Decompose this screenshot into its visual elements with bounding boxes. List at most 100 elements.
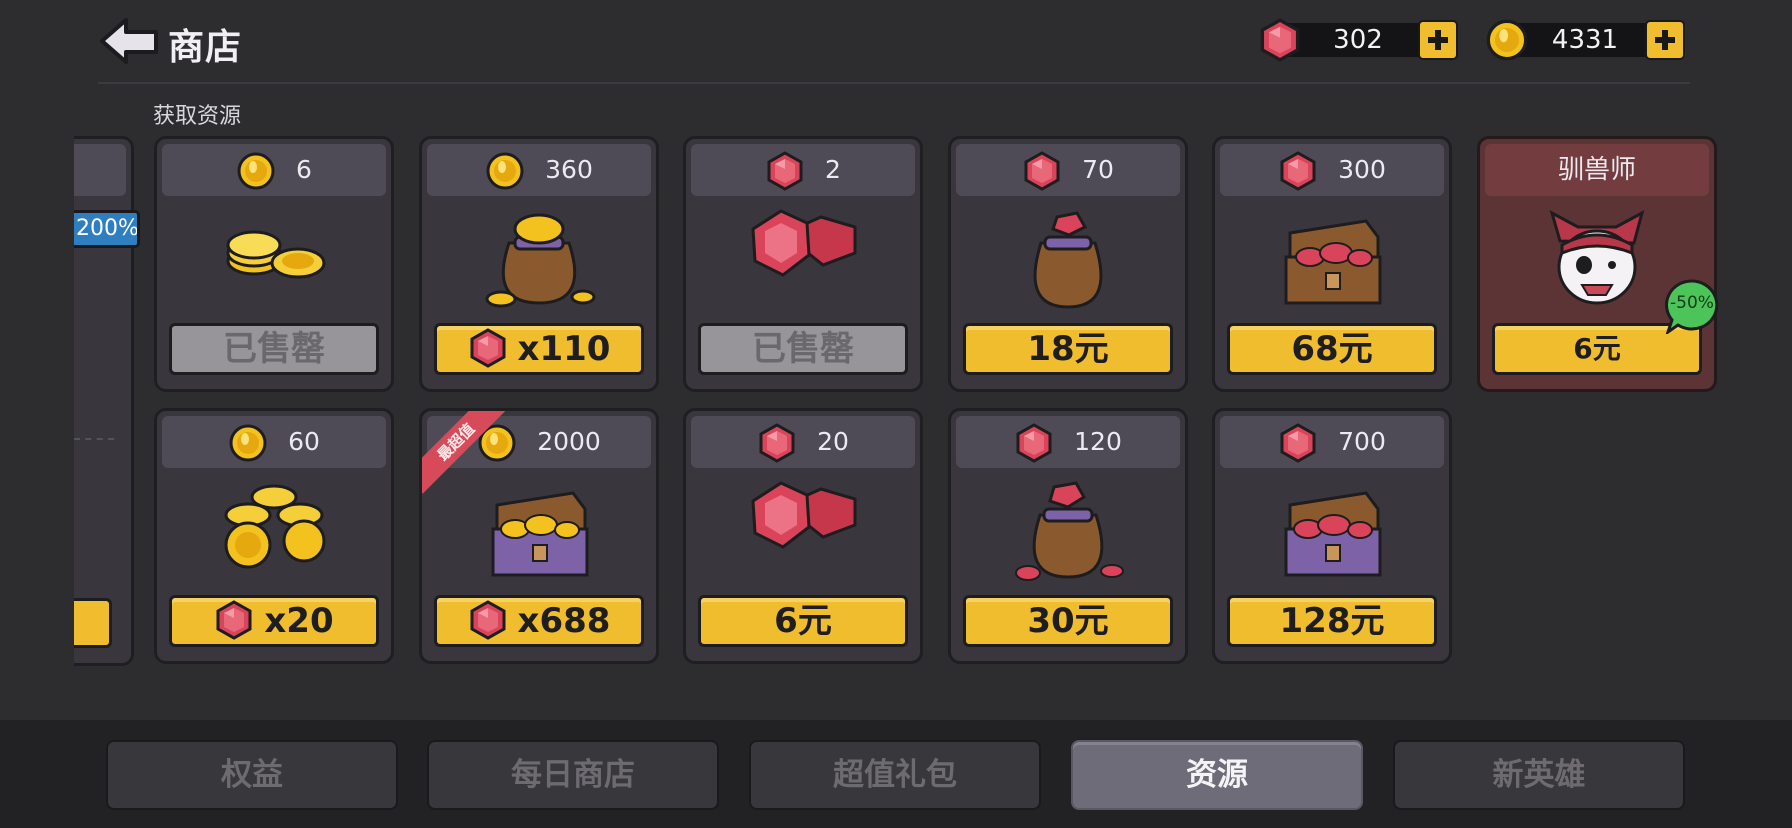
shop-card-coins-2000[interactable]: 2000 最超值 x688 [419, 408, 659, 664]
price-label: 6元 [774, 601, 832, 641]
price-label: 18元 [1027, 329, 1109, 369]
card-header: 360 [427, 144, 651, 196]
sold-out-button[interactable]: 已售罄 [169, 323, 379, 375]
gem-icon [765, 151, 805, 191]
hero-tamer-portrait [1549, 209, 1645, 305]
discount-badge: -50% [1664, 278, 1720, 334]
gem-icon [468, 600, 508, 640]
buy-button[interactable]: 6元 [698, 595, 908, 647]
gem-sack-icon [1015, 481, 1124, 581]
shop-card-gems-300[interactable]: 300 68元 [1212, 136, 1452, 392]
shop-card-coins-360[interactable]: 360 x110 [419, 136, 659, 392]
tab-new-heroes[interactable]: 新英雄 [1393, 740, 1685, 810]
sold-out-button[interactable]: 已售罄 [698, 323, 908, 375]
coin-pile-icon [224, 484, 326, 569]
shop-card-gems-700[interactable]: 700 128元 [1212, 408, 1452, 664]
shop-card-gems-20[interactable]: 20 6元 [683, 408, 923, 664]
coin-sack-icon [485, 213, 596, 308]
card-amount: 70 [1082, 155, 1114, 184]
coin-icon [1485, 18, 1529, 62]
card-amount: 300 [1338, 155, 1386, 184]
divider-dash [74, 438, 114, 442]
card-amount: 120 [1074, 427, 1122, 456]
partial-card-header [74, 144, 126, 196]
buy-button[interactable]: 68元 [1227, 323, 1437, 375]
price-label: 68元 [1291, 329, 1373, 369]
shop-card-gems-2[interactable]: 2 已售罄 [683, 136, 923, 392]
buy-button[interactable]: 128元 [1227, 595, 1437, 647]
header-divider [98, 82, 1690, 84]
coin-icon [485, 151, 525, 191]
back-arrow-icon[interactable] [98, 16, 160, 66]
tab-value-packs[interactable]: 超值礼包 [749, 740, 1041, 810]
card-amount: 2000 [537, 427, 601, 456]
shop-card-gems-120[interactable]: 120 30元 [948, 408, 1188, 664]
buy-button[interactable]: x20 [169, 595, 379, 647]
price-label: 已售罄 [223, 329, 325, 369]
coin-pile-icon [226, 230, 326, 279]
gem-count: 302 [1333, 25, 1383, 55]
shop-card-coins-6[interactable]: 6 已售罄 [154, 136, 394, 392]
buy-button[interactable]: 18元 [963, 323, 1173, 375]
card-amount: 2 [825, 155, 841, 184]
shop-card-coins-60[interactable]: 60 x20 [154, 408, 394, 664]
coin-icon [236, 151, 276, 191]
scroll-edge-mask [0, 120, 74, 680]
gem-pair-icon [751, 209, 857, 277]
buy-button[interactable]: x688 [434, 595, 644, 647]
tab-benefits[interactable]: 权益 [106, 740, 398, 810]
gem-icon [1022, 151, 1062, 191]
buy-button[interactable]: x110 [434, 323, 644, 375]
gem-pair-icon [751, 481, 857, 549]
price-label: 6元 [1573, 332, 1621, 365]
shop-card-hero-tamer[interactable]: 驯兽师 6元 [1477, 136, 1717, 392]
card-header: 6 [162, 144, 386, 196]
card-header: 300 [1220, 144, 1444, 196]
card-amount: 700 [1338, 427, 1386, 456]
card-amount: 6 [296, 155, 312, 184]
section-title: 获取资源 [153, 104, 242, 129]
gem-icon [214, 600, 254, 640]
add-gems-button[interactable] [1418, 20, 1458, 60]
coin-icon [228, 423, 268, 463]
hero-name: 驯兽师 [1557, 155, 1636, 185]
gem-chest-icon [1284, 219, 1382, 305]
price-label: x20 [264, 601, 334, 641]
tab-daily-shop[interactable]: 每日商店 [427, 740, 719, 810]
gem-balance: 302 [1258, 18, 1458, 62]
gem-icon [468, 328, 508, 368]
bonus-badge: 200% [74, 210, 140, 248]
add-coins-button[interactable] [1645, 20, 1685, 60]
card-header: 驯兽师 [1485, 144, 1709, 196]
partial-buy-button[interactable] [74, 598, 112, 648]
card-header: 70 [956, 144, 1180, 196]
card-header: 60 [162, 416, 386, 468]
card-header: 2 [691, 144, 915, 196]
gem-chest-icon [1284, 491, 1382, 577]
price-label: 128元 [1279, 601, 1385, 641]
gem-icon [757, 423, 797, 463]
card-header: 700 [1220, 416, 1444, 468]
card-amount: 20 [817, 427, 849, 456]
gem-icon [1258, 18, 1302, 62]
price-label: 30元 [1027, 601, 1109, 641]
tab-resources[interactable]: 资源 [1071, 740, 1363, 810]
card-header: 20 [691, 416, 915, 468]
coin-count: 4331 [1551, 25, 1619, 55]
price-label: x688 [517, 601, 611, 641]
discount-label: -50% [1670, 293, 1714, 313]
price-label: x110 [517, 329, 611, 369]
card-amount: 60 [288, 427, 320, 456]
price-label: 已售罄 [752, 329, 854, 369]
page-title: 商店 [168, 27, 243, 68]
card-amount: 360 [545, 155, 593, 184]
buy-button[interactable]: 30元 [963, 595, 1173, 647]
gem-icon [1014, 423, 1054, 463]
gem-icon [1278, 423, 1318, 463]
gem-icon [1278, 151, 1318, 191]
coin-chest-icon [491, 491, 589, 577]
coin-balance: 4331 [1485, 18, 1685, 62]
gem-sack-icon [1033, 211, 1103, 309]
card-header: 120 [956, 416, 1180, 468]
shop-card-gems-70[interactable]: 70 18元 [948, 136, 1188, 392]
